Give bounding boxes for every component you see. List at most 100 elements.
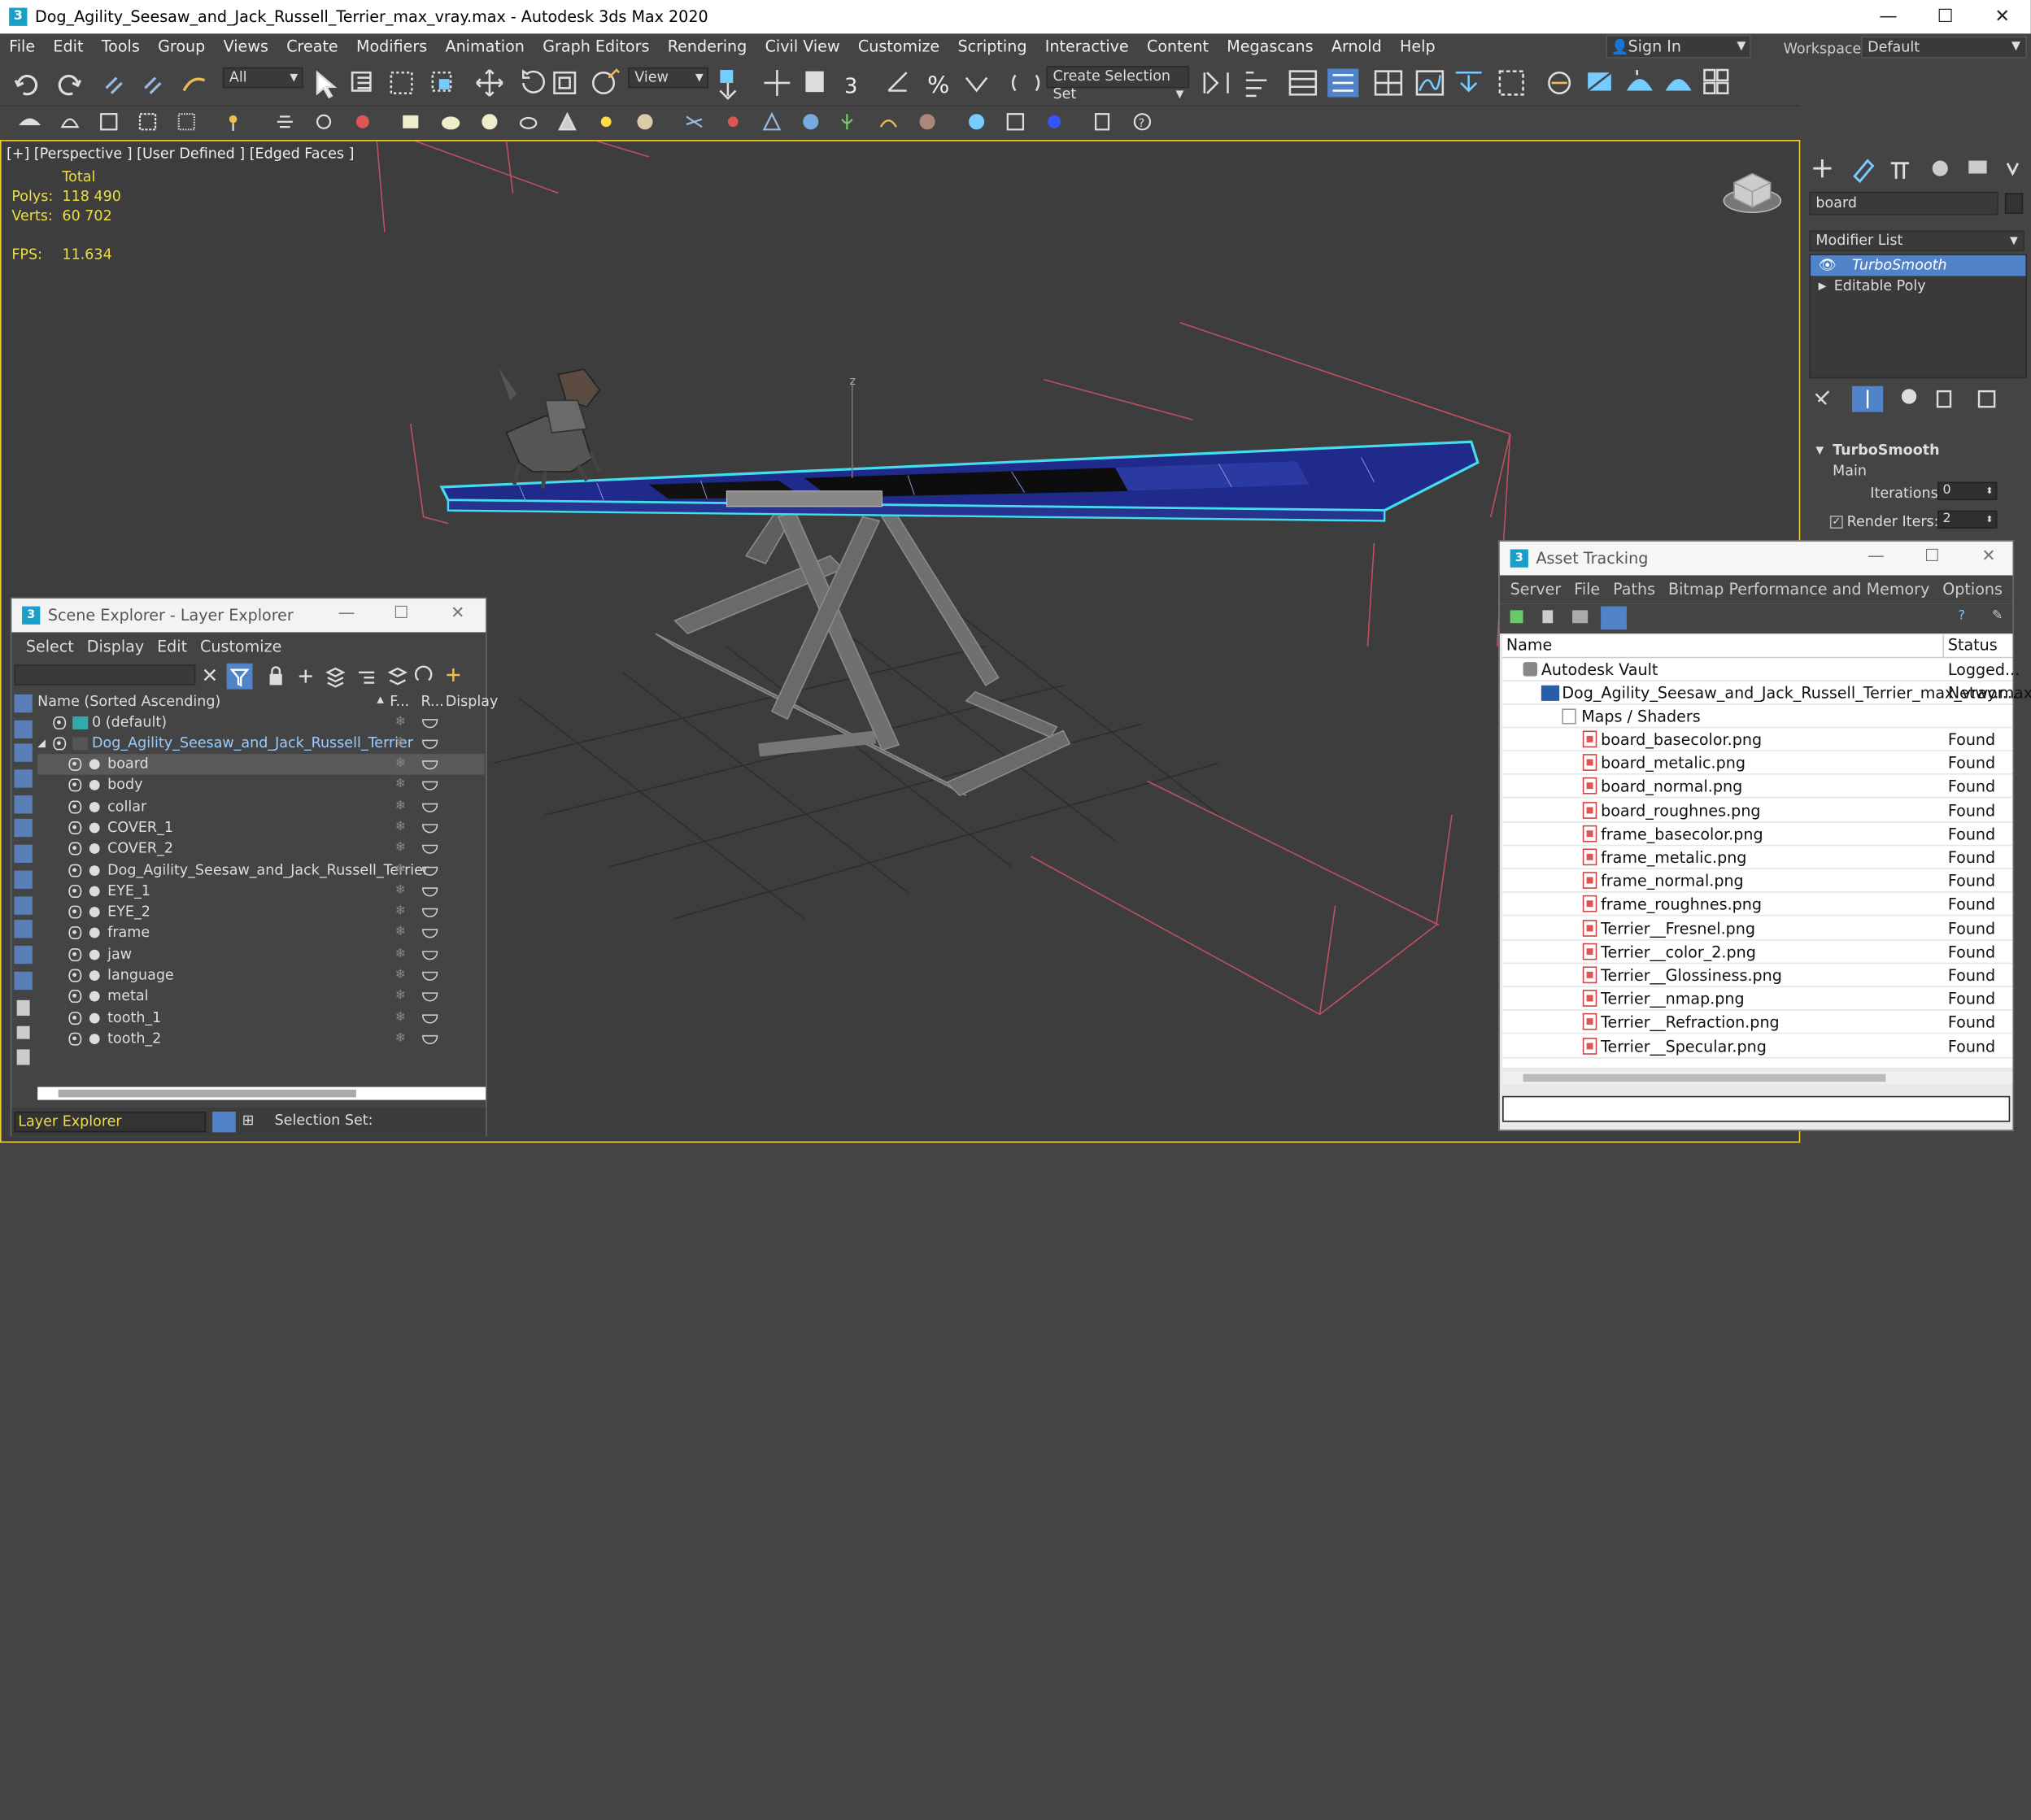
minimize-button[interactable]: — [1860, 7, 1917, 27]
eye-icon[interactable] [68, 757, 82, 771]
scene-object-row[interactable]: Dog_Agility_Seesaw_and_Jack_Russell_Terr… [37, 860, 484, 880]
modifier-list-dropdown[interactable]: Modifier List ▼ [1809, 230, 2024, 252]
menu-customize[interactable]: Customize [849, 37, 949, 55]
render-iters-checkbox[interactable]: ✓ [1829, 516, 1843, 529]
asset-tracking-titlebar[interactable]: 3 Asset Tracking — ☐ ✕ [1499, 541, 2013, 576]
map-row[interactable]: frame_normal.png Found [1502, 869, 2013, 893]
column-header-name[interactable]: Name [1506, 636, 1552, 654]
maximize-button[interactable]: ☐ [1917, 7, 1974, 27]
menu-animation[interactable]: Animation [436, 37, 534, 55]
menu-customize[interactable]: Customize [194, 638, 288, 655]
display-teapot-icon[interactable] [422, 886, 438, 897]
menu-server[interactable]: Server [1504, 581, 1568, 599]
freeze-icon[interactable]: ❄ [395, 881, 406, 901]
scene-object-row[interactable]: collar ❄ [37, 796, 484, 816]
render-iters-spinner[interactable]: 2 ⬍ [1937, 510, 1998, 529]
stack-item-turbosmooth[interactable]: 👁 TurboSmooth [1811, 255, 2026, 276]
menu-file[interactable]: File [0, 37, 44, 55]
freeze-icon[interactable]: ❄ [395, 754, 406, 774]
horizontal-scrollbar[interactable] [1502, 1071, 2013, 1085]
column-divider[interactable] [1942, 634, 1945, 659]
selection-set-icon[interactable]: ⊞ [242, 1112, 255, 1129]
layer-row[interactable]: ◢ Dog_Agility_Seesaw_and_Jack_Russell_Te… [37, 734, 484, 754]
map-row[interactable]: Terrier__Specular.png Found [1502, 1034, 2013, 1058]
table-view-icon[interactable] [1572, 610, 1589, 624]
map-row[interactable]: frame_roughnes.png Found [1502, 893, 2013, 917]
eye-icon[interactable] [68, 863, 82, 877]
freeze-icon[interactable]: ❄ [395, 796, 406, 816]
map-row[interactable]: board_normal.png Found [1502, 775, 2013, 799]
map-row[interactable]: Terrier__Fresnel.png Found [1502, 917, 2013, 940]
scene-object-row[interactable]: tooth_2 ❄ [37, 1029, 484, 1049]
scene-object-row[interactable]: EYE_1 ❄ [37, 881, 484, 901]
scene-object-row[interactable]: COVER_2 ❄ [37, 838, 484, 859]
display-teapot-icon[interactable] [422, 992, 438, 1002]
menu-megascans[interactable]: Megascans [1218, 37, 1323, 55]
eye-icon[interactable] [68, 1011, 82, 1025]
eye-icon[interactable] [68, 1032, 82, 1046]
explorer-type-dropdown[interactable]: Layer Explorer [14, 1111, 207, 1133]
menu-scripting[interactable]: Scripting [948, 37, 1035, 55]
menu-create[interactable]: Create [277, 37, 347, 55]
freeze-icon[interactable]: ❄ [395, 986, 406, 1007]
eye-icon[interactable] [68, 947, 82, 961]
horizontal-scrollbar[interactable] [37, 1086, 486, 1100]
column-header-renderable[interactable]: R... [421, 693, 443, 710]
scene-object-row[interactable]: COVER_1 ❄ [37, 817, 484, 838]
asset-path-field[interactable] [1502, 1095, 2011, 1122]
display-teapot-icon[interactable] [422, 782, 438, 791]
eye-icon[interactable] [68, 884, 82, 898]
eye-icon[interactable] [53, 737, 67, 751]
eye-icon[interactable] [68, 778, 82, 792]
eye-icon[interactable] [68, 821, 82, 834]
map-row[interactable]: frame_basecolor.png Found [1502, 822, 2013, 846]
freeze-icon[interactable]: ❄ [395, 734, 406, 754]
eye-icon[interactable] [68, 926, 82, 940]
close-button[interactable]: ✕ [451, 603, 464, 623]
eye-icon[interactable] [68, 905, 82, 919]
menu-edit[interactable]: Edit [44, 37, 92, 55]
display-teapot-icon[interactable] [422, 844, 438, 855]
scene-object-row[interactable]: language ❄ [37, 965, 484, 986]
expand-arrow-icon[interactable]: ▶ [1819, 276, 1827, 296]
menu-views[interactable]: Views [214, 37, 277, 55]
sign-in-dropdown[interactable]: 👤 Sign In ▼ [1606, 35, 1751, 59]
menu-options[interactable]: Options [1936, 581, 2009, 599]
map-row[interactable]: Terrier__Glossiness.png Found [1502, 964, 2013, 987]
display-teapot-icon[interactable] [422, 971, 438, 981]
collapse-arrow-icon[interactable]: ◢ [37, 734, 46, 754]
freeze-icon[interactable]: ❄ [395, 1029, 406, 1049]
spinner-arrows-icon[interactable]: ⬍ [1985, 512, 1993, 527]
menu-file[interactable]: File [1567, 581, 1606, 599]
display-teapot-icon[interactable] [422, 1034, 438, 1044]
scene-object-row[interactable]: board ❄ [37, 754, 485, 775]
freeze-icon[interactable]: ❄ [395, 712, 406, 733]
freeze-icon[interactable]: ❄ [395, 838, 406, 859]
column-header-frozen[interactable]: F... [390, 693, 409, 710]
scrollbar-thumb[interactable] [58, 1089, 356, 1098]
freeze-icon[interactable]: ❄ [395, 775, 406, 795]
menu-edit[interactable]: Edit [150, 638, 194, 655]
menu-bitmap-performance[interactable]: Bitmap Performance and Memory [1662, 581, 1936, 599]
scene-object-row[interactable]: jaw ❄ [37, 944, 484, 964]
layers-icon[interactable] [212, 1111, 236, 1133]
scene-object-row[interactable]: body ❄ [37, 775, 484, 795]
workspaces-select[interactable]: Default ▼ [1861, 36, 2027, 59]
map-row[interactable]: Terrier__nmap.png Found [1502, 987, 2013, 1011]
display-teapot-icon[interactable] [422, 950, 438, 960]
spinner-arrows-icon[interactable]: ⬍ [1985, 483, 1993, 499]
display-teapot-icon[interactable] [422, 929, 438, 939]
menu-civil-view[interactable]: Civil View [756, 37, 848, 55]
scene-object-row[interactable]: frame ❄ [37, 923, 484, 943]
menu-graph-editors[interactable]: Graph Editors [534, 37, 658, 55]
eye-icon[interactable] [68, 842, 82, 856]
max-file-row[interactable]: Dog_Agility_Seesaw_and_Jack_Russell_Terr… [1502, 681, 2031, 705]
display-teapot-icon[interactable] [422, 803, 438, 812]
stack-item-editable-poly[interactable]: ▶ Editable Poly [1811, 276, 2025, 296]
eye-icon[interactable] [68, 799, 82, 813]
help-icon[interactable]: ? [1959, 609, 1965, 624]
maximize-button[interactable]: ☐ [394, 603, 409, 623]
rollout-header[interactable]: ▼ TurboSmooth [1809, 441, 2024, 461]
scene-object-row[interactable]: metal ❄ [37, 986, 484, 1007]
menu-content[interactable]: Content [1138, 37, 1218, 55]
